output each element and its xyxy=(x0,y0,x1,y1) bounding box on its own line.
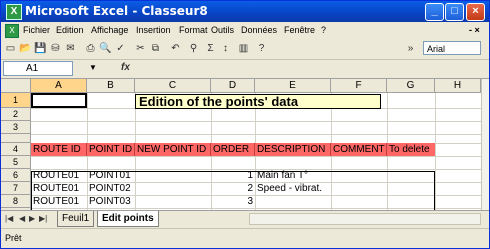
menu-format[interactable]: Format xyxy=(179,25,208,35)
cell-order[interactable]: 2 xyxy=(211,182,253,195)
cell-description[interactable]: Main fan T° xyxy=(257,169,331,182)
row-header-4[interactable]: 4 xyxy=(1,143,31,156)
menu-affichage[interactable]: Affichage xyxy=(91,25,128,35)
sheet-title-cell[interactable]: Edition of the points' data xyxy=(135,94,381,109)
grid-line xyxy=(31,121,481,122)
help-icon[interactable]: ? xyxy=(255,42,268,55)
doc-close-icon[interactable]: - × xyxy=(469,25,480,35)
column-header-h[interactable]: H xyxy=(435,79,481,93)
open-icon[interactable]: 📂 xyxy=(19,42,32,55)
chevron-down-icon[interactable]: ▼ xyxy=(89,63,97,72)
column-header-a[interactable]: A xyxy=(31,79,87,93)
menu-insertion[interactable]: Insertion xyxy=(136,25,171,35)
font-name-box[interactable]: Arial xyxy=(423,41,481,55)
workbook-icon[interactable]: X xyxy=(5,24,19,38)
cell-route-id[interactable]: ROUTE01 xyxy=(33,182,87,195)
menu-fenetre[interactable]: Fenêtre xyxy=(284,25,315,35)
vertical-scrollbar[interactable] xyxy=(481,79,489,210)
status-bar: Prêt xyxy=(1,228,489,248)
copy-icon[interactable]: ⧉ xyxy=(149,42,162,55)
select-all-corner[interactable] xyxy=(1,79,31,93)
header-to-delete[interactable]: To delete xyxy=(387,143,435,156)
new-icon[interactable]: ▭ xyxy=(4,42,17,55)
header-order[interactable]: ORDER xyxy=(211,143,255,156)
row-header-spacer xyxy=(1,134,31,143)
window-title: Microsoft Excel - Classeur8 xyxy=(25,4,208,18)
header-new-point-id[interactable]: NEW POINT ID xyxy=(135,143,211,156)
function-icon[interactable]: fx xyxy=(121,62,130,73)
column-header-d[interactable]: D xyxy=(211,79,255,93)
menu-edition[interactable]: Edition xyxy=(56,25,84,35)
cell-route-id[interactable]: ROUTE01 xyxy=(33,169,87,182)
menu-outils[interactable]: Outils xyxy=(211,25,234,35)
sheet-tab-feuil1[interactable]: Feuil1 xyxy=(57,211,95,227)
row-header-1[interactable]: 1 xyxy=(1,93,31,108)
minimize-button[interactable]: _ xyxy=(425,3,444,21)
menu-fichier[interactable]: Fichier xyxy=(23,25,50,35)
row-header-3[interactable]: 3 xyxy=(1,121,31,134)
header-route-id[interactable]: ROUTE ID xyxy=(31,143,87,156)
title-bar[interactable]: X Microsoft Excel - Classeur8 _ □ × xyxy=(1,1,489,22)
email-icon[interactable]: ✉ xyxy=(64,42,77,55)
cell-description[interactable] xyxy=(257,195,331,208)
cell-route-id[interactable]: ROUTE01 xyxy=(33,195,87,208)
row-header-2[interactable]: 2 xyxy=(1,108,31,121)
worksheet-grid[interactable]: A B C D E F G H 1 2 3 4 5 6 7 8 Edition … xyxy=(1,79,481,210)
row-header-8[interactable]: 8 xyxy=(1,195,31,208)
row-header-7[interactable]: 7 xyxy=(1,182,31,195)
grid-line xyxy=(31,134,481,135)
cell-order[interactable]: 3 xyxy=(211,195,253,208)
header-row: ROUTE ID POINT ID NEW POINT ID ORDER DES… xyxy=(31,143,435,156)
column-header-e[interactable]: E xyxy=(255,79,331,93)
autosum-icon[interactable]: Σ xyxy=(204,42,217,55)
name-box[interactable]: A1 xyxy=(3,61,73,76)
row-header-5[interactable]: 5 xyxy=(1,156,31,169)
undo-icon[interactable]: ↶ xyxy=(169,42,182,55)
print-icon[interactable]: ⎙ xyxy=(84,42,97,55)
permission-icon[interactable]: ⛁ xyxy=(49,42,62,55)
header-description[interactable]: DESCRIPTION xyxy=(255,143,331,156)
column-header-g[interactable]: G xyxy=(387,79,435,93)
toolbar-options-icon[interactable]: » xyxy=(404,42,417,55)
header-point-id[interactable]: POINT ID xyxy=(87,143,135,156)
cell-point-id[interactable]: POINT02 xyxy=(89,182,135,195)
column-header-b[interactable]: B xyxy=(87,79,135,93)
prev-sheet-icon[interactable]: ◀ xyxy=(19,214,25,223)
header-comment[interactable]: COMMENT xyxy=(331,143,387,156)
save-icon[interactable]: 💾 xyxy=(34,42,47,55)
menu-help[interactable]: ? xyxy=(321,25,326,35)
cell-point-id[interactable]: POINT01 xyxy=(89,169,135,182)
next-sheet-icon[interactable]: ▶ xyxy=(29,214,35,223)
cell-point-id[interactable]: POINT03 xyxy=(89,195,135,208)
sheet-tab-edit-points[interactable]: Edit points xyxy=(97,211,159,227)
excel-window: X Microsoft Excel - Classeur8 _ □ × X Fi… xyxy=(0,0,490,249)
maximize-button[interactable]: □ xyxy=(445,3,464,21)
status-text: Prêt xyxy=(5,233,22,243)
column-header-f[interactable]: F xyxy=(331,79,387,93)
sort-icon[interactable]: ↕ xyxy=(219,42,232,55)
hyperlink-icon[interactable]: ⚲ xyxy=(187,42,200,55)
close-button[interactable]: × xyxy=(466,3,485,21)
excel-app-icon[interactable]: X xyxy=(6,4,22,20)
horizontal-scrollbar[interactable] xyxy=(249,213,481,225)
grid-line xyxy=(31,156,481,157)
column-header-c[interactable]: C xyxy=(135,79,211,93)
sheet-tab-bar: |◀ ◀ ▶ ▶| Feuil1 Edit points xyxy=(1,210,489,228)
standard-toolbar: ▭ 📂 💾 ⛁ ✉ ⎙ 🔍 ✓ ✂ ⧉ ↶ ⚲ Σ ↕ ▥ ? » Arial xyxy=(1,39,489,60)
print-preview-icon[interactable]: 🔍 xyxy=(99,42,112,55)
last-sheet-icon[interactable]: ▶| xyxy=(39,214,47,223)
active-cell-a1[interactable] xyxy=(31,93,87,108)
chart-icon[interactable]: ▥ xyxy=(237,42,250,55)
grid-line xyxy=(435,93,436,210)
menu-bar: X Fichier Edition Affichage Insertion Fo… xyxy=(1,22,489,39)
cell-order[interactable]: 1 xyxy=(211,169,253,182)
cut-icon[interactable]: ✂ xyxy=(134,42,147,55)
first-sheet-icon[interactable]: |◀ xyxy=(5,214,13,223)
formula-bar: A1 ▼ fx xyxy=(1,60,489,79)
row-header-6[interactable]: 6 xyxy=(1,169,31,182)
menu-donnees[interactable]: Données xyxy=(241,25,277,35)
cell-description[interactable]: Speed - vibrat. xyxy=(257,182,331,195)
spelling-icon[interactable]: ✓ xyxy=(114,42,127,55)
